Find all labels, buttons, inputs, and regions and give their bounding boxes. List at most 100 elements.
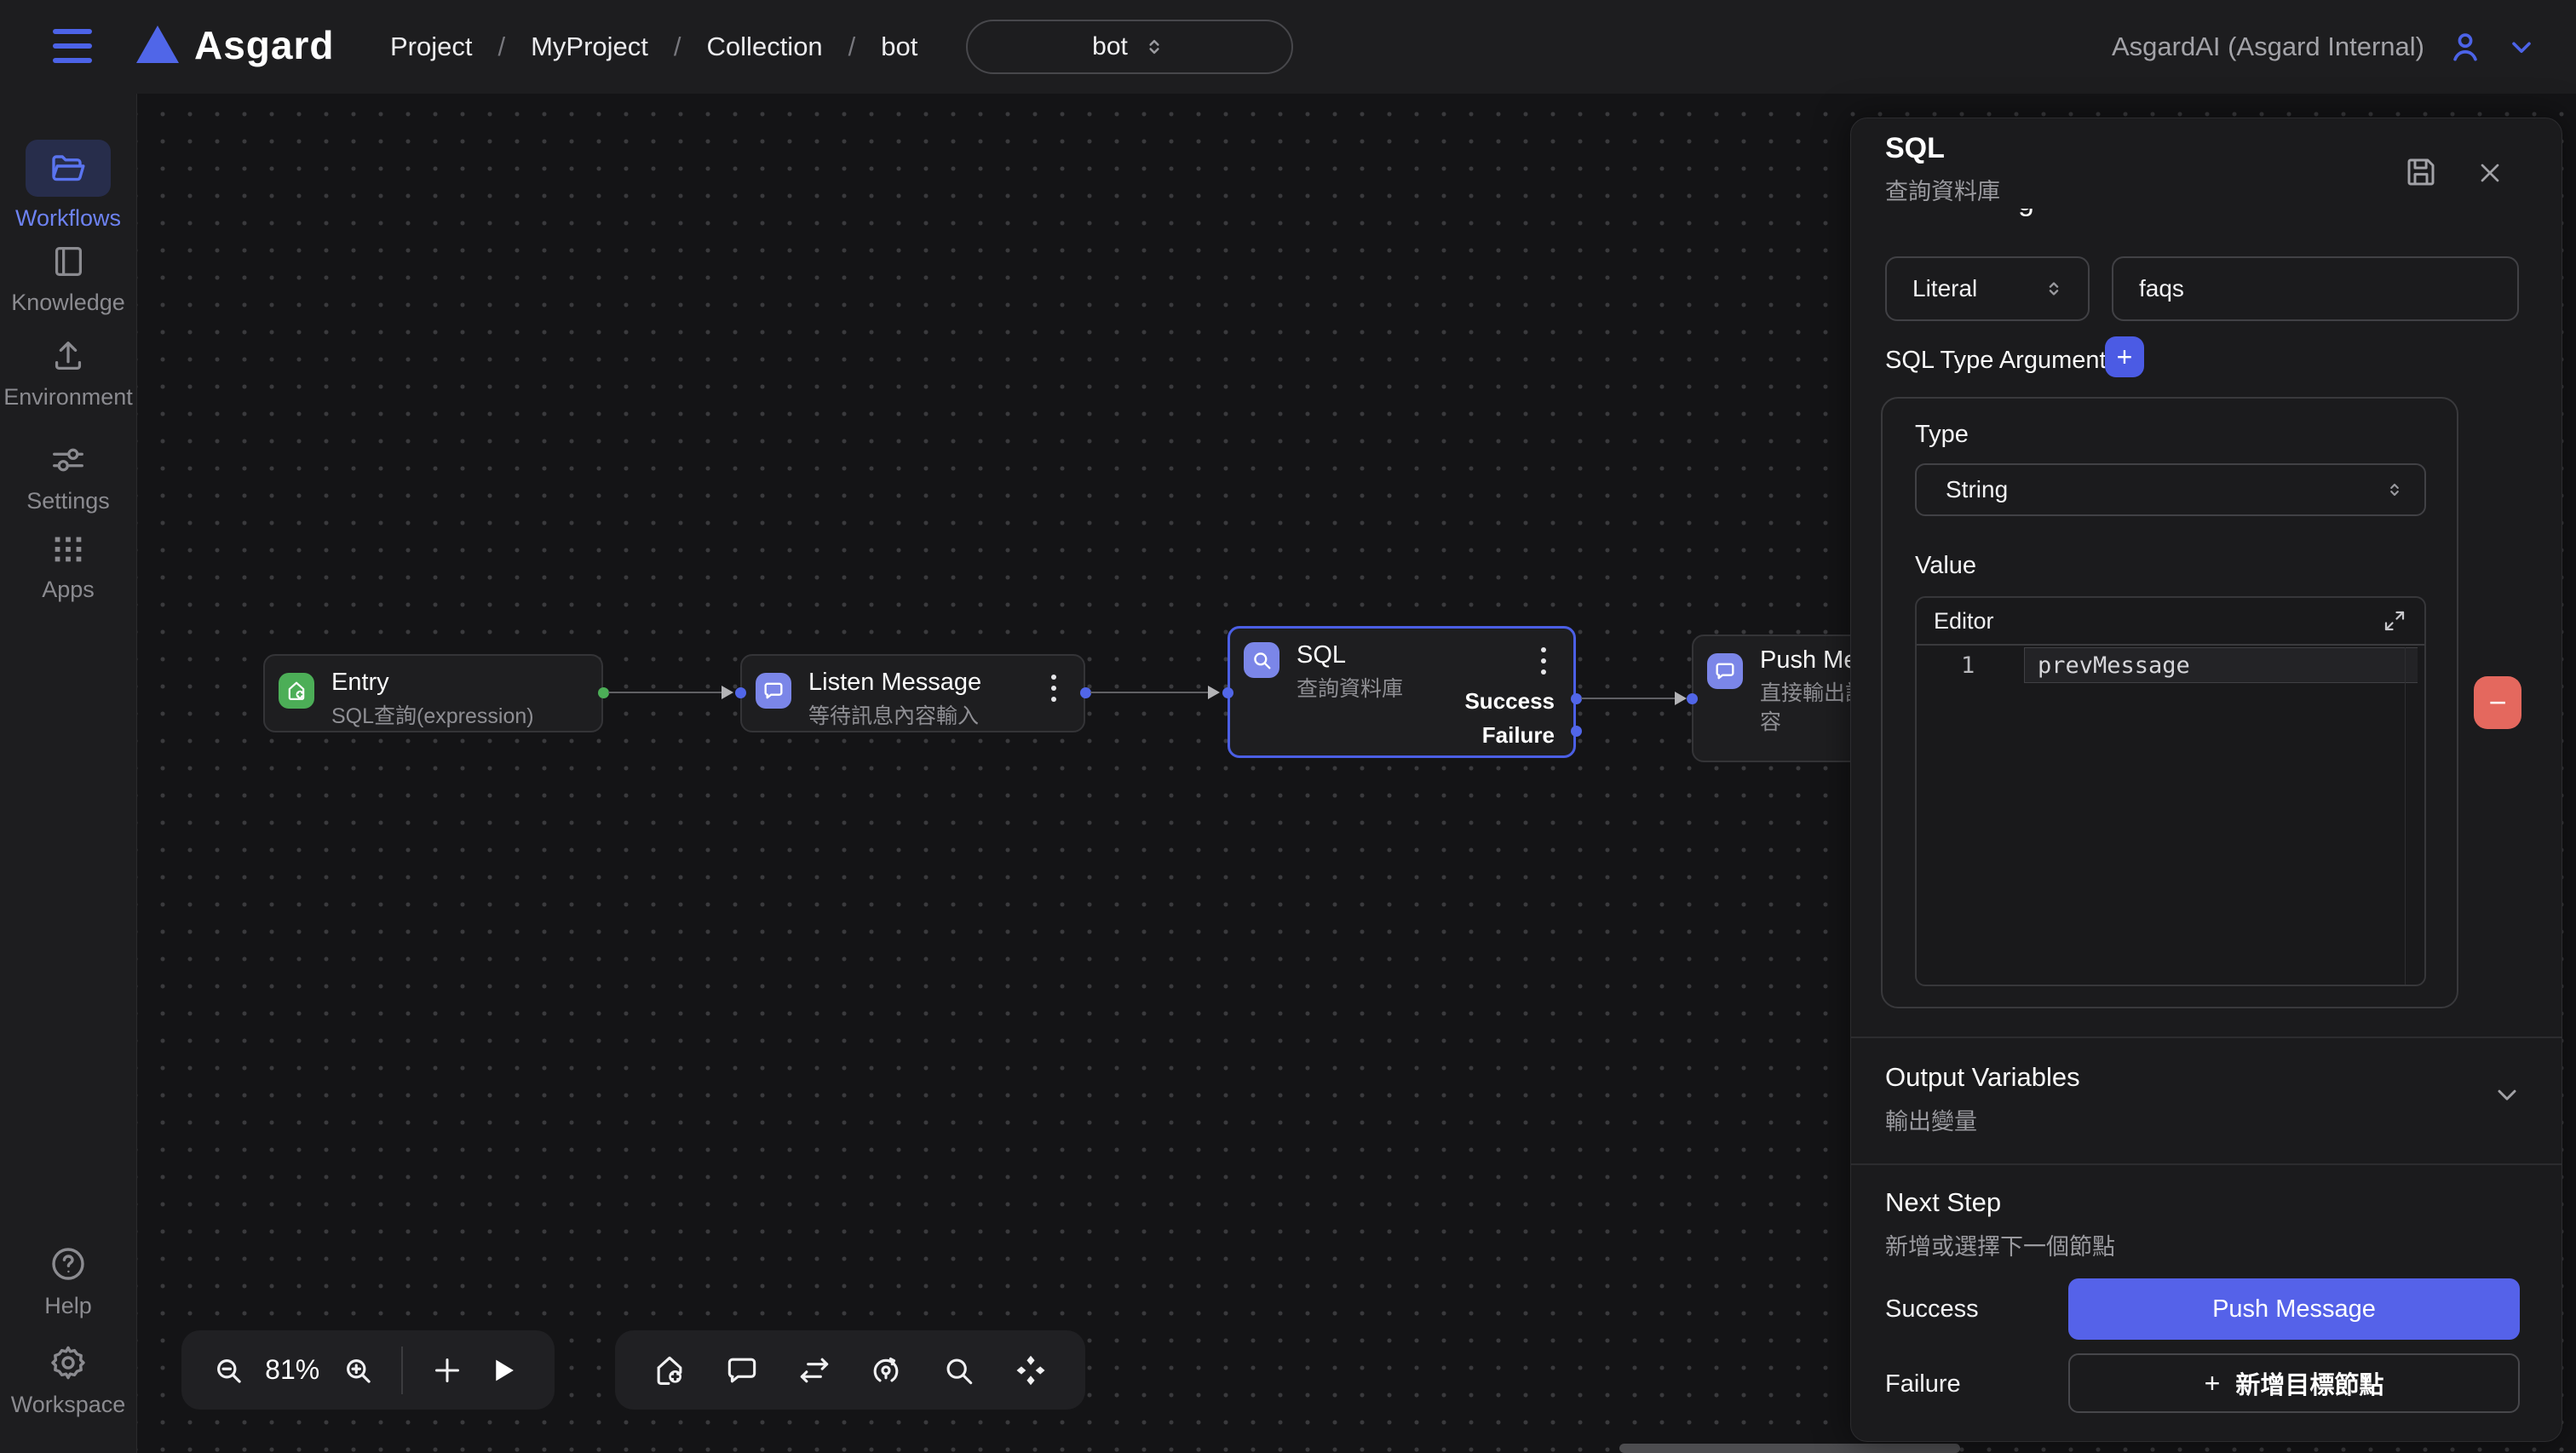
wire-entry-to-listen — [608, 692, 723, 693]
success-row-label: Success — [1885, 1295, 1979, 1324]
editor-title: Editor — [1934, 608, 1994, 635]
panel-title: SQL — [1885, 132, 1945, 165]
node-title: Listen Message — [808, 669, 981, 697]
argument-type-select-value: String — [1946, 476, 2008, 503]
workflow-selector[interactable]: bot — [966, 20, 1293, 74]
sidebar-item-help[interactable]: Help — [0, 1243, 136, 1319]
sql-input-port[interactable] — [1222, 687, 1233, 698]
account-menu[interactable]: AsgardAI (Asgard Internal) — [2112, 0, 2537, 94]
node-config-panel: SQL 查詢資料庫 g Literal SQL Type Arguments +… — [1850, 118, 2562, 1442]
node-listen-message[interactable]: Listen Message 等待訊息內容輸入 — [740, 654, 1085, 732]
add-entry-node-icon[interactable] — [651, 1352, 688, 1389]
node-menu-icon[interactable] — [1041, 671, 1067, 705]
user-icon — [2447, 28, 2484, 66]
plus-icon: + — [2117, 342, 2133, 373]
menu-icon[interactable] — [53, 29, 92, 63]
play-icon — [487, 1354, 520, 1387]
breadcrumb-collection[interactable]: Collection — [707, 32, 823, 62]
port-success-label: Success — [1464, 688, 1555, 715]
sidebar-item-workflows[interactable]: Workflows — [0, 140, 136, 232]
editor-body[interactable]: 1 prevMessage — [1917, 646, 2424, 985]
add-message-node-icon[interactable] — [723, 1352, 761, 1389]
book-icon — [49, 242, 88, 281]
message-node-icon — [1707, 653, 1743, 689]
add-failure-target-label: 新增目標節點 — [2235, 1365, 2383, 1401]
add-switch-node-icon[interactable] — [1012, 1352, 1049, 1389]
sidebar-item-apps[interactable]: Apps — [0, 529, 136, 603]
chevron-down-icon — [2492, 1079, 2522, 1110]
breadcrumb-bot[interactable]: bot — [881, 32, 917, 62]
sidebar-item-label: Workflows — [0, 205, 136, 232]
breadcrumb-separator: / — [497, 32, 505, 62]
zoom-in-button[interactable] — [331, 1352, 384, 1388]
push-input-port[interactable] — [1687, 693, 1698, 704]
node-sql[interactable]: SQL 查詢資料庫 Success Failure — [1228, 626, 1576, 758]
breadcrumb-separator: / — [848, 32, 856, 62]
zoom-out-icon — [210, 1352, 246, 1388]
breadcrumb-project[interactable]: Project — [390, 32, 472, 62]
remove-argument-button[interactable]: − — [2474, 676, 2521, 729]
expand-icon[interactable] — [2382, 608, 2407, 634]
app-title: Asgard — [194, 22, 334, 68]
plus-icon — [430, 1353, 464, 1387]
entry-node-icon — [279, 673, 314, 709]
breadcrumb-separator: / — [674, 32, 681, 62]
port-failure-label: Failure — [1482, 722, 1555, 749]
plus-icon: + — [2205, 1368, 2221, 1399]
sidebar-item-label: Environment — [0, 384, 136, 411]
help-circle-icon — [48, 1243, 89, 1284]
add-failure-target-button[interactable]: + 新增目標節點 — [2068, 1353, 2520, 1413]
sidebar-item-label: Apps — [0, 577, 136, 603]
node-title: SQL — [1297, 641, 1346, 669]
add-node-button[interactable] — [420, 1353, 474, 1387]
output-variables-subtitle: 輸出變量 — [1885, 1103, 1977, 1136]
add-argument-button[interactable]: + — [2105, 336, 2144, 377]
argument-type-select[interactable]: String — [1915, 463, 2426, 516]
argument-name-input[interactable] — [2112, 256, 2519, 321]
sidebar-item-settings[interactable]: Settings — [0, 440, 136, 514]
add-exchange-node-icon[interactable] — [796, 1352, 833, 1389]
scrolled-content-fragment: g — [2018, 209, 2069, 231]
value-type-select[interactable]: Literal — [1885, 256, 2090, 321]
breadcrumb-myproject[interactable]: MyProject — [531, 32, 648, 62]
code-text[interactable]: prevMessage — [2038, 652, 2190, 679]
value-type-select-value: Literal — [1912, 275, 1977, 302]
node-menu-icon[interactable] — [1531, 644, 1556, 678]
sidebar-item-workspace[interactable]: Workspace — [0, 1342, 136, 1418]
sidebar-item-label: Workspace — [0, 1392, 136, 1418]
sidebar-item-label: Help — [0, 1293, 136, 1319]
sql-type-arguments-label: SQL Type Arguments — [1885, 347, 2119, 375]
output-variables-toggle[interactable] — [2492, 1079, 2522, 1110]
close-icon — [2475, 158, 2505, 188]
asgard-logo-icon — [136, 26, 179, 63]
sidebar-item-knowledge[interactable]: Knowledge — [0, 242, 136, 316]
failure-row-label: Failure — [1885, 1370, 1961, 1398]
editor-scrollbar-track — [2405, 647, 2406, 985]
canvas-horizontal-scrollbar[interactable] — [1619, 1444, 1960, 1453]
zoom-in-icon — [340, 1352, 376, 1388]
sidebar-item-environment[interactable]: Environment — [0, 336, 136, 411]
upload-icon — [49, 336, 88, 376]
node-entry[interactable]: Entry SQL查詢(expression) — [263, 654, 603, 732]
wire-arrowhead — [722, 686, 733, 699]
chevron-down-icon[interactable] — [2506, 32, 2537, 62]
add-search-node-icon[interactable] — [940, 1352, 977, 1389]
run-workflow-button[interactable] — [474, 1354, 532, 1387]
zoom-out-button[interactable] — [204, 1352, 254, 1388]
success-target-button[interactable]: Push Message — [2068, 1278, 2520, 1340]
node-title: Entry — [331, 669, 389, 697]
sql-failure-port[interactable] — [1571, 726, 1582, 737]
panel-divider — [1851, 1163, 2562, 1165]
add-intent-node-icon[interactable] — [867, 1352, 905, 1389]
listen-input-port[interactable] — [735, 687, 746, 698]
breadcrumb: Project / MyProject / Collection / bot — [390, 0, 917, 94]
zoom-level: 81% — [254, 1354, 331, 1386]
sidebar: Workflows Knowledge Environment Settings… — [0, 94, 136, 1453]
zoom-toolbar: 81% — [181, 1330, 555, 1410]
close-panel-button[interactable] — [2475, 158, 2505, 188]
node-subtitle: 等待訊息內容輸入 — [808, 702, 979, 731]
save-button[interactable] — [2403, 154, 2439, 190]
minus-icon: − — [2488, 685, 2506, 721]
code-editor[interactable]: Editor 1 prevMessage — [1915, 596, 2426, 986]
sliders-icon — [49, 440, 88, 480]
